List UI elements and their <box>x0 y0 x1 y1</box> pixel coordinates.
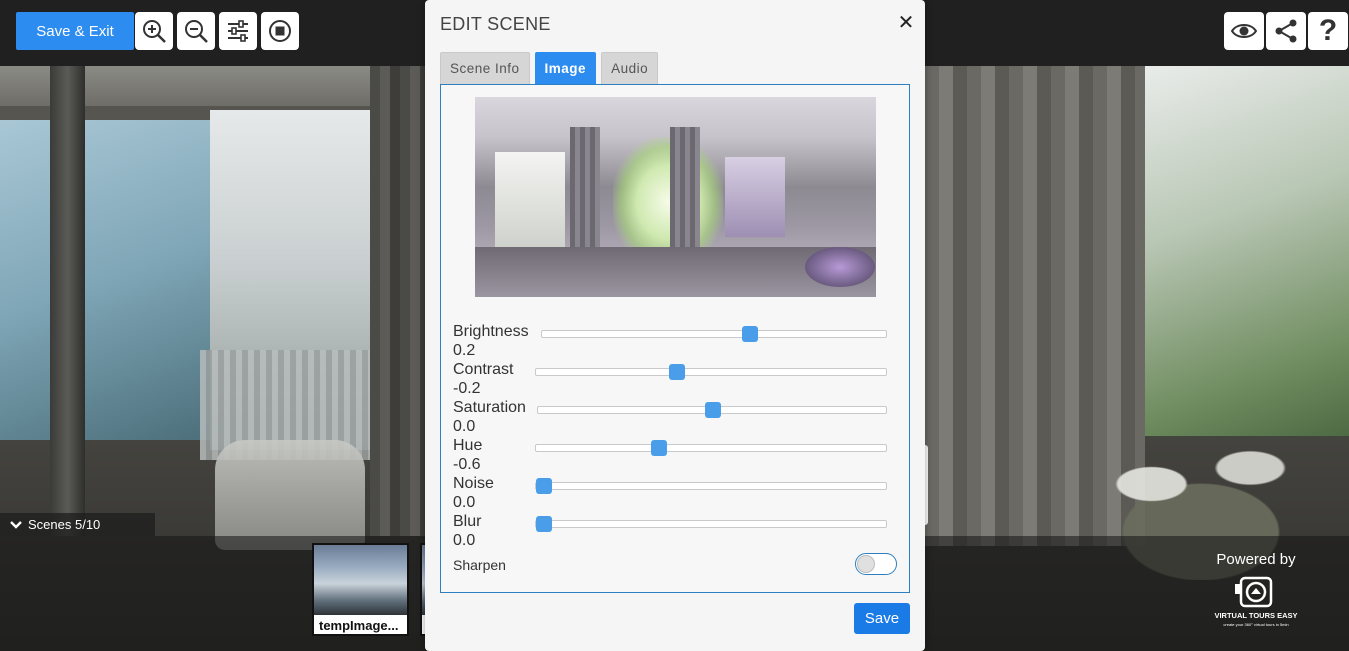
hue-slider[interactable] <box>535 440 887 456</box>
scene-thumbnail-image <box>314 545 407 615</box>
stop-button[interactable] <box>261 12 299 50</box>
tab-image[interactable]: Image <box>534 52 597 85</box>
slider-value: -0.6 <box>453 456 481 473</box>
zoom-in-icon <box>143 20 166 43</box>
zoom-out-icon <box>185 20 208 43</box>
powered-by: Powered by VIRTUAL TOURS EASY create you… <box>1200 551 1312 635</box>
slider-thumb[interactable] <box>536 516 552 532</box>
powered-by-text: Powered by <box>1216 551 1296 568</box>
help-icon: ? <box>1318 14 1338 47</box>
scene-thumbnail[interactable]: tempImage... <box>312 543 409 636</box>
tab-scene-info[interactable]: Scene Info <box>440 52 530 85</box>
save-button[interactable]: Save <box>854 603 910 634</box>
toggle-knob <box>857 555 875 573</box>
stop-icon <box>269 20 291 42</box>
svg-text:VIRTUAL TOURS EASY: VIRTUAL TOURS EASY <box>1214 611 1297 620</box>
blur-slider[interactable] <box>535 516 887 532</box>
slider-label: Noise <box>453 475 494 492</box>
save-exit-button[interactable]: Save & Exit <box>16 12 134 50</box>
sliders-icon <box>228 20 248 42</box>
zoom-in-button[interactable] <box>135 12 173 50</box>
sharpen-toggle[interactable] <box>855 553 897 575</box>
modal-tabs: Scene Info Image Audio <box>440 52 659 85</box>
edit-scene-modal: EDIT SCENE ✕ Scene Info Image Audio Brig… <box>425 0 925 651</box>
help-button[interactable]: ? <box>1308 12 1348 50</box>
slider-value: 0.2 <box>453 342 476 359</box>
tab-audio[interactable]: Audio <box>601 52 659 85</box>
share-button[interactable] <box>1266 12 1306 50</box>
slider-row-brightness: Brightness 0.2 <box>453 323 899 361</box>
slider-value: -0.2 <box>453 380 481 397</box>
saturation-slider[interactable] <box>537 402 887 418</box>
slider-thumb[interactable] <box>668 364 685 380</box>
slider-thumb[interactable] <box>705 402 721 418</box>
slider-value: 0.0 <box>453 418 476 435</box>
slider-thumb[interactable] <box>651 440 668 456</box>
slider-row-blur: Blur 0.0 <box>453 513 899 551</box>
noise-slider[interactable] <box>535 478 887 494</box>
scenes-toggle[interactable]: Scenes 5/10 <box>0 513 155 536</box>
slider-label: Hue <box>453 437 483 454</box>
slider-label: Saturation <box>453 399 526 416</box>
slider-label: Brightness <box>453 323 529 340</box>
preview-button[interactable] <box>1224 12 1264 50</box>
slider-row-saturation: Saturation 0.0 <box>453 399 899 437</box>
svg-text:create your 360° virtual tours: create your 360° virtual tours in 5min <box>1223 622 1288 627</box>
slider-label: Blur <box>453 513 482 530</box>
slider-label: Contrast <box>453 361 514 378</box>
close-icon[interactable]: ✕ <box>895 12 917 34</box>
virtual-tours-easy-logo: VIRTUAL TOURS EASY create your 360° virt… <box>1214 576 1298 627</box>
slider-row-hue: Hue -0.6 <box>453 437 899 475</box>
image-tab-panel: Brightness 0.2 Contrast -0.2 Saturation 0.0 Hu… <box>440 84 910 593</box>
share-icon <box>1275 19 1297 43</box>
brightness-slider[interactable] <box>541 326 887 342</box>
slider-thumb[interactable] <box>536 478 552 494</box>
scenes-count: Scenes 5/10 <box>28 517 101 532</box>
adjustments-button[interactable] <box>219 12 257 50</box>
contrast-slider[interactable] <box>535 364 887 380</box>
slider-row-contrast: Contrast -0.2 <box>453 361 899 399</box>
eye-icon <box>1231 24 1257 38</box>
chevron-down-icon <box>10 520 22 529</box>
slider-thumb[interactable] <box>741 326 758 342</box>
zoom-out-button[interactable] <box>177 12 215 50</box>
scene-thumbnail-caption: tempImage... <box>319 618 399 633</box>
slider-value: 0.0 <box>453 494 476 511</box>
slider-value: 0.0 <box>453 532 476 549</box>
sharpen-label: Sharpen <box>453 557 506 573</box>
slider-row-noise: Noise 0.0 <box>453 475 899 513</box>
modal-title: EDIT SCENE <box>440 14 551 34</box>
scene-preview-image <box>475 97 876 297</box>
